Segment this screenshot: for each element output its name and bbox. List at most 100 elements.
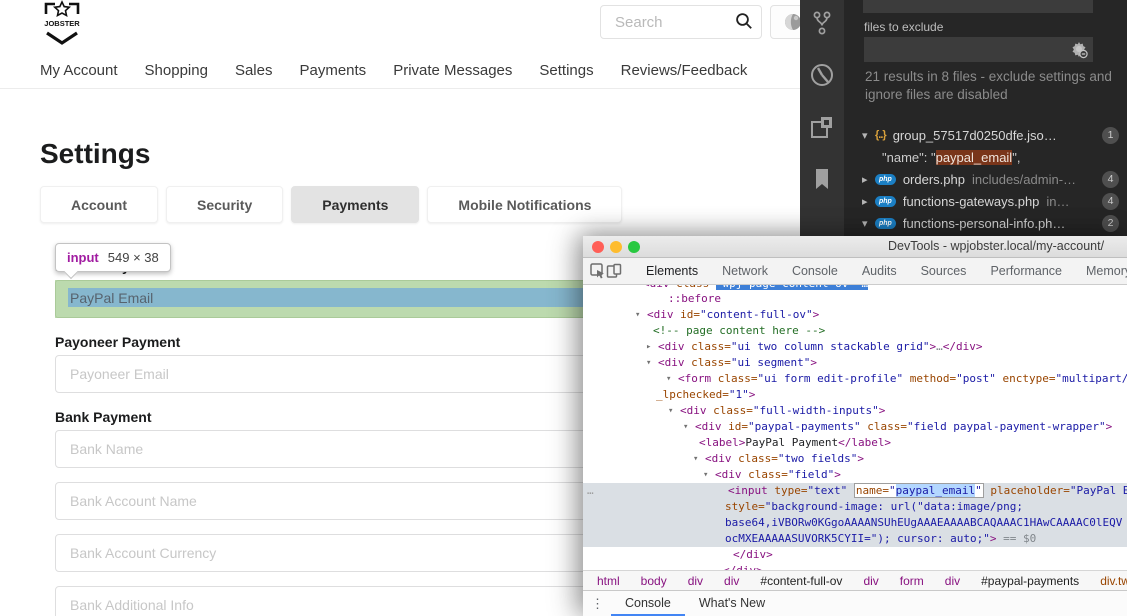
inspect-element-icon[interactable]: [590, 261, 606, 281]
search-result-file-row[interactable]: ▾ php functions-personal-info.ph… 2: [844, 212, 1127, 234]
breadcrumb-item[interactable]: div: [724, 574, 739, 588]
search-match-row[interactable]: "name": " paypal_email ",: [844, 146, 1127, 168]
match-suffix: ",: [1012, 149, 1021, 165]
code-token: </div>: [942, 340, 983, 353]
breadcrumb-item[interactable]: div.two.fields: [1100, 574, 1127, 588]
code-line[interactable]: ▸ <div class="ui two column stackable gri…: [583, 339, 1127, 355]
device-toolbar-icon[interactable]: [606, 261, 622, 281]
code-line[interactable]: ▾ <div id="content-full-ov">: [583, 307, 1127, 323]
drawer-tab-console[interactable]: Console: [611, 591, 685, 616]
collapse-arrow-icon[interactable]: ▾: [683, 419, 688, 435]
jobster-logo[interactable]: JOBSTER: [38, 0, 86, 52]
collapse-arrow-icon[interactable]: ▾: [693, 451, 698, 467]
search-icon[interactable]: [734, 12, 754, 32]
nav-item-my-account[interactable]: My Account: [40, 62, 118, 79]
collapse-arrow-icon[interactable]: ▾: [862, 217, 875, 230]
code-line-content: <div class="ui two column stackable grid…: [658, 340, 983, 353]
breadcrumb-item[interactable]: div: [688, 574, 703, 588]
close-window-button[interactable]: [592, 241, 604, 253]
input-bank-additional-info[interactable]: [55, 586, 604, 616]
zoom-window-button[interactable]: [628, 241, 640, 253]
code-line[interactable]: ocMXEAAAAASUVORK5CYII="); cursor: auto;"…: [583, 531, 1127, 547]
code-token: class=: [741, 468, 788, 481]
collapse-arrow-icon[interactable]: ▾: [635, 307, 640, 323]
devtools-tab-console[interactable]: Console: [780, 258, 850, 284]
source-control-icon[interactable]: [809, 10, 835, 36]
devtools-tab-audits[interactable]: Audits: [850, 258, 909, 284]
devtools-tab-memory[interactable]: Memory: [1074, 258, 1127, 284]
expand-arrow-icon[interactable]: ▸: [646, 339, 651, 355]
code-line[interactable]: style="background-image: url("data:image…: [583, 499, 1127, 515]
code-line-content: <div class="two fields">: [705, 452, 864, 465]
devtools-tab-performance[interactable]: Performance: [978, 258, 1074, 284]
code-line[interactable]: … <input type="text" name="paypal_email" …: [583, 483, 1127, 499]
tab-payments[interactable]: Payments: [291, 186, 420, 223]
search-result-file-row[interactable]: ▸ php orders.php includes/admin-… 4: [844, 168, 1127, 190]
json-file-icon: {..}: [875, 129, 887, 141]
code-line[interactable]: ▾ <div class="ui segment">: [583, 355, 1127, 371]
code-line[interactable]: ▾ <div class="two fields">: [583, 451, 1127, 467]
devtools-titlebar[interactable]: DevTools - wpjobster.local/my-account/: [583, 236, 1127, 258]
collapse-arrow-icon[interactable]: ▾: [862, 129, 875, 142]
breadcrumb-item[interactable]: form: [900, 574, 924, 588]
section-label: Bank Payment: [55, 409, 152, 425]
result-count-badge: 2: [1102, 214, 1119, 232]
files-to-include-input[interactable]: [863, 0, 1093, 13]
collapse-arrow-icon[interactable]: ▾: [703, 467, 708, 483]
input-bank-account-name[interactable]: [55, 482, 604, 520]
breadcrumb-item[interactable]: #paypal-payments: [981, 574, 1079, 588]
breadcrumb-item[interactable]: body: [641, 574, 667, 588]
collapse-arrow-icon[interactable]: ▾: [668, 403, 673, 419]
tooltip-dimensions: 549 × 38: [107, 250, 159, 265]
tab-mobile-notifications[interactable]: Mobile Notifications: [427, 186, 623, 223]
breadcrumb-item[interactable]: div: [945, 574, 960, 588]
code-line[interactable]: ▾ <div id="paypal-payments" class="field …: [583, 419, 1127, 435]
input-payoneer-email[interactable]: [55, 355, 604, 393]
nav-item-reviews-feedback[interactable]: Reviews/Feedback: [621, 62, 748, 79]
devtools-tab-network[interactable]: Network: [710, 258, 780, 284]
nav-item-payments[interactable]: Payments: [299, 62, 366, 79]
code-line[interactable]: ▾ <form class="ui form edit-profile" meth…: [583, 371, 1127, 387]
debug-icon[interactable]: [809, 62, 835, 88]
files-to-exclude-input[interactable]: [864, 37, 1093, 62]
breadcrumb-item[interactable]: html: [597, 574, 620, 588]
breadcrumb-item[interactable]: #content-full-ov: [760, 574, 842, 588]
input-bank-name[interactable]: [55, 430, 604, 468]
code-line[interactable]: <label>PayPal Payment</label>: [583, 435, 1127, 451]
code-line[interactable]: ▾ <div class="full-width-inputs">: [583, 403, 1127, 419]
collapse-arrow-icon[interactable]: ▾: [646, 355, 651, 371]
search-result-file-row[interactable]: ▾ {..} group_57517d0250dfe.jso… 1: [844, 124, 1127, 146]
nav-item-private-messages[interactable]: Private Messages: [393, 62, 512, 79]
drawer-menu-icon[interactable]: ⋮: [591, 596, 611, 612]
extensions-icon[interactable]: [809, 114, 835, 140]
code-line[interactable]: base64,iVBORw0KGgoAAAANSUhEUgAAAEAAAABCA…: [583, 515, 1127, 531]
input-bank-account-currency[interactable]: [55, 534, 604, 572]
nav-item-shopping[interactable]: Shopping: [145, 62, 208, 79]
code-line[interactable]: _lpchecked="1">: [583, 387, 1127, 403]
tab-account[interactable]: Account: [40, 186, 158, 223]
exclude-settings-toggle-icon[interactable]: [1070, 40, 1089, 59]
minimize-window-button[interactable]: [610, 241, 622, 253]
code-token: >: [810, 356, 817, 369]
collapse-arrow-icon[interactable]: ▾: [666, 371, 671, 387]
devtools-tabs: Elements Network Console Audits Sources Perfo…: [634, 258, 1127, 284]
code-line[interactable]: <!-- page content here -->: [583, 323, 1127, 339]
tab-security[interactable]: Security: [166, 186, 284, 223]
expand-arrow-icon[interactable]: ▸: [862, 195, 875, 208]
code-token: id=: [721, 420, 748, 433]
code-line-content: <label>PayPal Payment</label>: [699, 436, 891, 449]
bookmark-icon[interactable]: [809, 166, 835, 192]
paypal-email-field-highlighted[interactable]: PayPal Email: [55, 280, 604, 318]
code-line[interactable]: ::before: [583, 291, 1127, 307]
code-line[interactable]: </div>: [583, 547, 1127, 563]
drawer-tab-what-s-new[interactable]: What's New: [685, 591, 779, 616]
devtools-tab-elements[interactable]: Elements: [634, 258, 710, 284]
devtools-tab-sources[interactable]: Sources: [909, 258, 979, 284]
code-line[interactable]: ▾ <div class="field">: [583, 467, 1127, 483]
breadcrumb-item[interactable]: div: [863, 574, 878, 588]
expand-arrow-icon[interactable]: ▸: [862, 173, 875, 186]
nav-item-sales[interactable]: Sales: [235, 62, 273, 79]
nav-item-settings[interactable]: Settings: [539, 62, 593, 79]
search-result-file-row[interactable]: ▸ php functions-gateways.php in… 4: [844, 190, 1127, 212]
code-line[interactable]: </div>: [583, 563, 1127, 570]
